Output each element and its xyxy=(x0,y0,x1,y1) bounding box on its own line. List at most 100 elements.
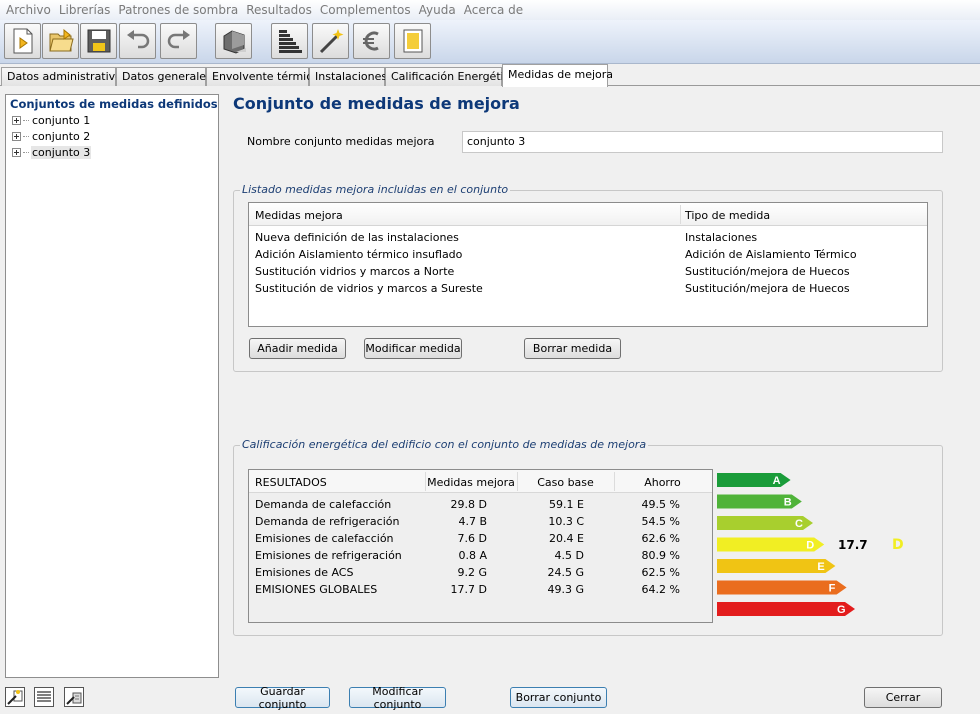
measure-type[interactable]: Adición de Aislamiento Térmico xyxy=(685,248,857,261)
measures-legend: Listado medidas mejora incluidas en el c… xyxy=(240,183,511,196)
result-base: 10.3 C xyxy=(548,515,584,528)
result-base: 49.3 G xyxy=(547,583,584,596)
measure-name[interactable]: Adición Aislamiento térmico insuflado xyxy=(255,248,462,261)
measures-list: Medidas mejora Tipo de medida Nueva defi… xyxy=(248,202,928,327)
modify-set-button[interactable]: Modificar conjunto xyxy=(349,685,446,711)
result-improved: 0.8 A xyxy=(458,549,487,562)
save-button[interactable] xyxy=(80,23,117,59)
result-savings: 62.6 % xyxy=(641,532,680,545)
delete-set-button[interactable]: Borrar conjunto xyxy=(510,687,607,708)
open-folder-icon xyxy=(48,28,74,52)
menu-bar: Archivo Librerías Patrones de sombra Res… xyxy=(0,0,980,20)
page-title: Conjunto de medidas de mejora xyxy=(233,94,520,113)
delete-measure-button[interactable]: Borrar medida xyxy=(524,338,621,359)
euro-icon xyxy=(362,31,379,51)
redo-button[interactable] xyxy=(160,23,197,59)
menu-archivo[interactable]: Archivo xyxy=(2,0,55,20)
expand-icon[interactable] xyxy=(12,116,21,125)
report-button[interactable] xyxy=(394,23,431,59)
tab-instalaciones[interactable]: Instalaciones xyxy=(309,67,387,86)
add-measure-button[interactable]: Añadir medida xyxy=(249,338,346,359)
new-file-icon xyxy=(13,28,32,54)
result-savings: 54.5 % xyxy=(641,515,680,528)
results-table: RESULTADOS Medidas mejora Caso base Ahor… xyxy=(248,469,713,623)
tree-item-label: conjunto 3 xyxy=(31,146,92,159)
energy-class-letter: E xyxy=(817,561,824,573)
result-savings: 62.5 % xyxy=(641,566,680,579)
report-icon xyxy=(403,29,422,53)
tree-item-conjunto-3[interactable]: conjunto 3 xyxy=(12,145,92,160)
energy-class-letter: G xyxy=(837,604,846,616)
modify-measure-button[interactable]: Modificar medida xyxy=(364,338,462,359)
close-button[interactable]: Cerrar xyxy=(864,687,942,708)
base-case-column-header: Caso base xyxy=(537,476,594,489)
tree-title: Conjuntos de medidas definidos xyxy=(10,97,218,111)
measure-type[interactable]: Sustitución/mejora de Huecos xyxy=(685,282,850,295)
result-label: Emisiones de calefacción xyxy=(255,532,394,545)
rating-legend: Calificación energética del edificio con… xyxy=(240,438,649,451)
energy-class-letter: B xyxy=(784,497,792,509)
measure-name[interactable]: Sustitución vidrios y marcos a Norte xyxy=(255,265,454,278)
improved-column-header: Medidas mejora xyxy=(427,476,515,489)
toolbar xyxy=(0,20,980,64)
menu-librerias[interactable]: Librerías xyxy=(55,0,115,20)
open-button[interactable] xyxy=(42,23,79,59)
tree-item-conjunto-1[interactable]: conjunto 1 xyxy=(12,113,91,128)
menu-patrones-sombra[interactable]: Patrones de sombra xyxy=(114,0,242,20)
result-improved: 7.6 D xyxy=(457,532,487,545)
measure-name[interactable]: Nueva definición de las instalaciones xyxy=(255,231,459,244)
result-label: Demanda de refrigeración xyxy=(255,515,400,528)
tree-item-conjunto-2[interactable]: conjunto 2 xyxy=(12,129,91,144)
result-improved: 9.2 G xyxy=(457,566,487,579)
expand-icon[interactable] xyxy=(12,132,21,141)
result-label: Emisiones de refrigeración xyxy=(255,549,402,562)
menu-acerca-de[interactable]: Acerca de xyxy=(460,0,527,20)
result-base: 24.5 G xyxy=(547,566,584,579)
tree-item-label: conjunto 2 xyxy=(32,130,91,143)
energy-class-bar xyxy=(717,602,855,616)
energy-rating-icon xyxy=(278,30,302,53)
results-header: RESULTADOS Medidas mejora Caso base Ahor… xyxy=(249,470,712,493)
list-button[interactable] xyxy=(34,687,54,707)
new-set-icon xyxy=(7,690,23,705)
column-header-tipo[interactable]: Tipo de medida xyxy=(685,209,770,222)
tab-calificacion-energetica[interactable]: Calificación Energética xyxy=(385,67,516,86)
tab-bar: Datos administrativos Datos generales En… xyxy=(0,64,980,87)
tab-datos-administrativos[interactable]: Datos administrativos xyxy=(1,67,128,86)
column-header-medidas[interactable]: Medidas mejora xyxy=(255,209,343,222)
redo-icon xyxy=(167,30,190,49)
measure-name[interactable]: Sustitución de vidrios y marcos a Surest… xyxy=(255,282,483,295)
energy-class-letter: A xyxy=(773,475,781,487)
menu-ayuda[interactable]: Ayuda xyxy=(415,0,460,20)
result-label: Demanda de calefacción xyxy=(255,498,392,511)
euro-button[interactable] xyxy=(353,23,390,59)
tab-medidas-de-mejora[interactable]: Medidas de mejora xyxy=(502,64,613,87)
expand-icon[interactable] xyxy=(12,148,21,157)
menu-complementos[interactable]: Complementos xyxy=(316,0,415,20)
tree-item-label: conjunto 1 xyxy=(32,114,91,127)
new-file-button[interactable] xyxy=(4,23,41,59)
save-icon xyxy=(87,29,110,53)
building-button[interactable] xyxy=(215,23,252,59)
score-value: 17.7 xyxy=(838,538,868,552)
set-name-field[interactable]: conjunto 3 xyxy=(462,131,943,153)
tab-envolvente-termica[interactable]: Envolvente térmica xyxy=(206,67,319,86)
result-base: 20.4 E xyxy=(549,532,584,545)
tab-datos-generales[interactable]: Datos generales xyxy=(116,67,212,86)
energy-class-letter: F xyxy=(829,583,836,595)
result-label: Emisiones de ACS xyxy=(255,566,354,579)
undo-button[interactable] xyxy=(119,23,156,59)
energy-rating-button[interactable] xyxy=(271,23,308,59)
add-set-button[interactable] xyxy=(5,687,25,707)
set-name-label: Nombre conjunto medidas mejora xyxy=(247,135,435,148)
save-set-button[interactable]: Guardar conjunto xyxy=(235,685,330,711)
magic-wand-button[interactable] xyxy=(312,23,349,59)
undo-icon xyxy=(126,30,149,49)
building-set-button[interactable] xyxy=(64,687,84,707)
result-base: 59.1 E xyxy=(549,498,584,511)
measure-type[interactable]: Sustitución/mejora de Huecos xyxy=(685,265,850,278)
energy-class-letter: C xyxy=(795,518,803,530)
sets-tree: Conjuntos de medidas definidos conjunto … xyxy=(5,94,219,678)
menu-resultados[interactable]: Resultados xyxy=(242,0,316,20)
measure-type[interactable]: Instalaciones xyxy=(685,231,757,244)
